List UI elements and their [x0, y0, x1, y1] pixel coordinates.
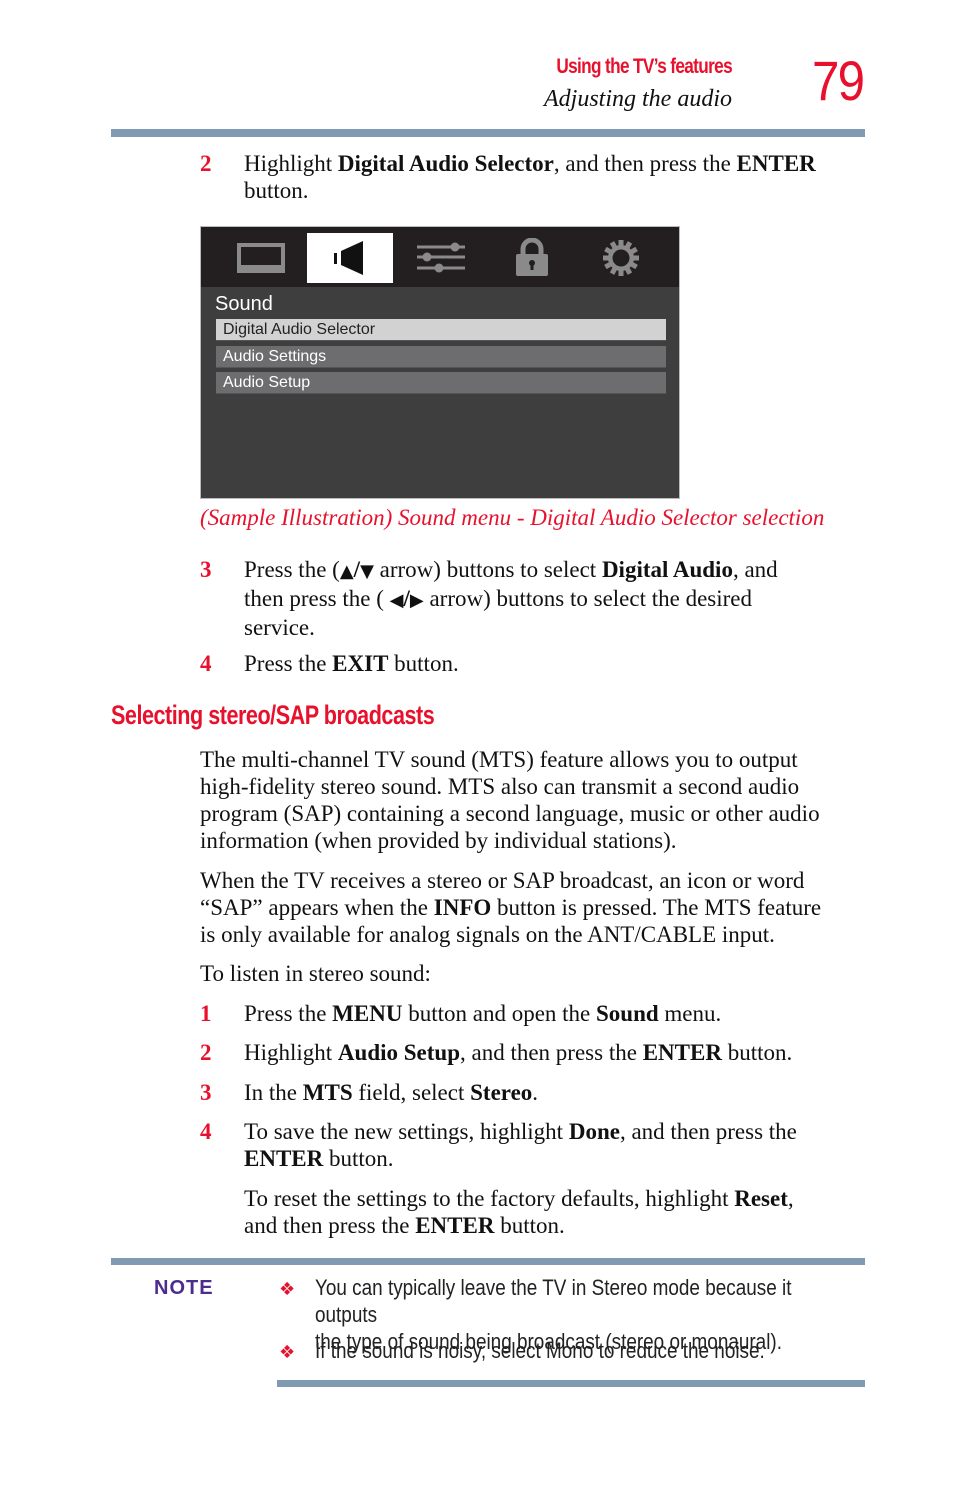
paragraph-listen-stereo: To listen in stereo sound:: [200, 961, 431, 986]
sliders-icon: [398, 233, 484, 283]
menu-tab-bar: [201, 227, 679, 287]
text-run: Press the: [244, 651, 333, 676]
bold-term: ENTER: [244, 1146, 324, 1171]
diamond-bullet-icon: ❖: [279, 1342, 296, 1363]
note-item: If the sound is noisy, select Mono to re…: [315, 1337, 848, 1364]
text-run: menu.: [658, 1001, 722, 1026]
text-run: button and open the: [402, 1001, 596, 1026]
text-run: service.: [244, 615, 315, 640]
section-heading: Selecting stereo/SAP broadcasts: [111, 700, 435, 730]
bold-term: Audio Setup: [337, 1040, 460, 1065]
text-line: When the TV receives a stereo or SAP bro…: [200, 868, 805, 893]
gear-icon: [578, 233, 664, 283]
text-line: You can typically leave the TV in Stereo…: [315, 1275, 792, 1327]
text-line: information (when provided by individual…: [200, 828, 677, 853]
text-run: , and then press the: [460, 1040, 643, 1065]
step-text: Press the EXIT button.: [244, 650, 870, 677]
text-run: arrow) buttons to select the desired: [423, 586, 753, 611]
text-run: , and then press the: [553, 151, 737, 176]
bold-term: ENTER: [415, 1213, 495, 1238]
menu-item-audio-setup: Audio Setup: [216, 372, 666, 394]
sound-menu-illustration: Sound Digital Audio Selector Audio Setti…: [200, 226, 680, 499]
text-run: Press the (: [244, 557, 340, 582]
text-run: button.: [388, 651, 459, 676]
step-extra-text: To reset the settings to the factory def…: [244, 1185, 870, 1239]
running-header-section: Adjusting the audio: [544, 86, 732, 112]
bold-term: Digital Audio Selector: [337, 151, 554, 176]
bold-term: Sound: [596, 1001, 659, 1026]
text-run: arrow) buttons to select: [373, 557, 602, 582]
text-run: “SAP” appears when the: [200, 895, 434, 920]
text-run: Press the: [244, 1001, 333, 1026]
picture-icon: [218, 233, 304, 283]
step-text: Press the (▲/▼ arrow) buttons to select …: [244, 556, 870, 641]
up-arrow-icon: ▲: [339, 561, 354, 582]
step-number: 4: [200, 1119, 212, 1144]
header-rule: [111, 129, 865, 137]
bold-term: Stereo: [470, 1080, 533, 1105]
menu-item-digital-audio-selector: Digital Audio Selector: [216, 319, 666, 341]
lock-icon: [489, 233, 575, 283]
text-run: To reset the settings to the factory def…: [244, 1186, 735, 1211]
text-line: is only available for analog signals on …: [200, 922, 775, 947]
step-text: In the MTS field, select Stereo.: [244, 1079, 870, 1106]
text-run: button.: [323, 1146, 394, 1171]
text-run: button.: [244, 178, 309, 203]
step-number: 1: [200, 1001, 212, 1026]
note-bottom-rule: [277, 1380, 865, 1387]
bold-term: INFO: [433, 895, 492, 920]
text-run: button.: [721, 1040, 793, 1065]
text-run: To save the new settings, highlight: [244, 1119, 569, 1144]
bold-term: ENTER: [736, 151, 816, 176]
bold-term: MTS: [302, 1080, 353, 1105]
step-text: Press the MENU button and open the Sound…: [244, 1000, 870, 1027]
left-arrow-icon: ◀: [389, 590, 404, 611]
text-run: , and then press the: [619, 1119, 797, 1144]
note-label: NOTE: [154, 1277, 214, 1299]
text-run: field, select: [352, 1080, 471, 1105]
text-run: In the: [244, 1080, 303, 1105]
paragraph-mts-intro: The multi-channel TV sound (MTS) feature…: [200, 746, 870, 854]
step-text: To save the new settings, highlight Done…: [244, 1118, 870, 1172]
menu-item-audio-settings: Audio Settings: [216, 346, 666, 368]
bold-term: EXIT: [332, 651, 389, 676]
step-number: 2: [200, 1040, 212, 1065]
step-number: 4: [200, 651, 212, 676]
text-run: and then press the: [244, 1213, 416, 1238]
text-run: then press the (: [244, 586, 390, 611]
text-run: button.: [494, 1213, 565, 1238]
right-arrow-icon: ▶: [409, 590, 424, 611]
menu-title: Sound: [215, 293, 273, 315]
step-text: Highlight Audio Setup, and then press th…: [244, 1039, 870, 1066]
text-run: Highlight: [244, 151, 338, 176]
text-line: If the sound is noisy, select Mono to re…: [315, 1338, 765, 1363]
bold-term: MENU: [332, 1001, 403, 1026]
note-top-rule: [111, 1258, 865, 1265]
step-text: Highlight Digital Audio Selector, and th…: [244, 150, 870, 204]
step-number: 3: [200, 557, 212, 582]
figure-caption: (Sample Illustration) Sound menu - Digit…: [200, 505, 825, 530]
diamond-bullet-icon: ❖: [279, 1279, 296, 1300]
text-line: program (SAP) containing a second langua…: [200, 801, 820, 826]
bold-term: Done: [568, 1119, 620, 1144]
text-run: .: [532, 1080, 539, 1105]
step-number: 2: [200, 151, 212, 176]
text-run: ,: [787, 1186, 794, 1211]
bold-term: ENTER: [642, 1040, 722, 1065]
bold-term: Digital Audio: [601, 557, 733, 582]
running-header-chapter: Using the TV’s features: [556, 55, 732, 78]
text-line: The multi-channel TV sound (MTS) feature…: [200, 747, 798, 772]
text-line: high-fidelity stereo sound. MTS also can…: [200, 774, 800, 799]
down-arrow-icon: ▼: [360, 561, 374, 582]
bold-term: Reset: [734, 1186, 788, 1211]
step-number: 3: [200, 1080, 212, 1105]
text-run: Highlight: [244, 1040, 338, 1065]
text-run: button is pressed. The MTS feature: [491, 895, 822, 920]
page-number: 79: [812, 49, 865, 112]
text-run: , and: [732, 557, 778, 582]
paragraph-sap-info: When the TV receives a stereo or SAP bro…: [200, 867, 870, 948]
speaker-icon: [307, 233, 393, 283]
